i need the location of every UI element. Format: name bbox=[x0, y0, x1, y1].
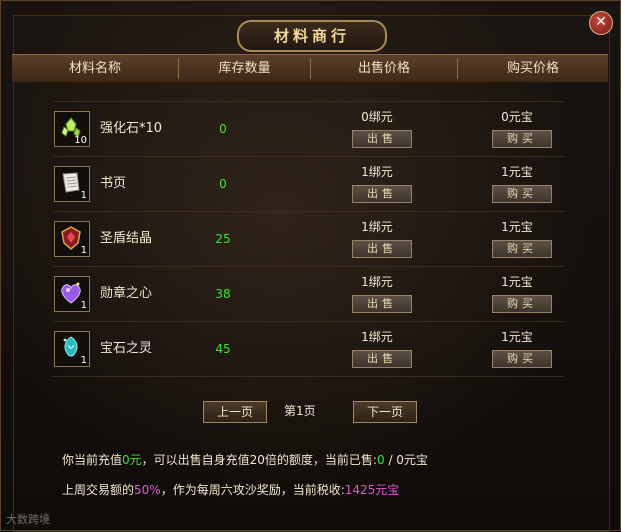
table-row: 10 强化石*10 0 0绑元 0元宝 出售 购买 bbox=[53, 101, 564, 156]
sell-button[interactable]: 出售 bbox=[352, 130, 412, 148]
item-quantity: 10 bbox=[74, 135, 87, 146]
buy-price: 0元宝 bbox=[501, 110, 533, 124]
sell-button[interactable]: 出售 bbox=[352, 240, 412, 258]
stock-count: 38 bbox=[215, 287, 231, 301]
tax-info-text: ，作为每周六攻沙奖励，当前税收: bbox=[160, 483, 345, 497]
item-name: 勋章之心 bbox=[100, 286, 153, 301]
table-row: 1 勋章之心 38 1绑元 1元宝 出售 购买 bbox=[53, 266, 564, 321]
sell-button[interactable]: 出售 bbox=[352, 295, 412, 313]
table-header: 材料名称 库存数量 出售价格 购买价格 bbox=[12, 54, 608, 83]
sell-price: 1绑元 bbox=[361, 165, 393, 179]
close-button[interactable]: ✕ bbox=[589, 11, 613, 35]
prev-page-button[interactable]: 上一页 bbox=[203, 401, 267, 423]
item-name: 强化石*10 bbox=[100, 121, 163, 136]
item-slot[interactable]: 10 bbox=[54, 111, 90, 147]
item-name: 宝石之灵 bbox=[100, 341, 153, 356]
recharge-info: 你当前充值0元，可以出售自身充值20倍的额度，当前已售:0 / 0元宝 bbox=[62, 451, 428, 468]
item-quantity: 1 bbox=[80, 190, 87, 201]
buy-button[interactable]: 购买 bbox=[492, 295, 552, 313]
item-quantity: 1 bbox=[80, 245, 87, 256]
item-quantity: 1 bbox=[80, 355, 87, 366]
item-name: 书页 bbox=[100, 176, 127, 191]
recharge-info-text: ，可以出售自身充值20倍的额度，当前已售: bbox=[141, 453, 377, 467]
item-slot[interactable]: 1 bbox=[54, 221, 90, 257]
sell-price: 1绑元 bbox=[361, 220, 393, 234]
stock-count: 25 bbox=[215, 232, 231, 246]
buy-price: 1元宝 bbox=[501, 275, 533, 289]
tax-percent: 50% bbox=[134, 483, 161, 497]
item-quantity: 1 bbox=[80, 300, 87, 311]
window-title: 材料商行 bbox=[237, 20, 387, 52]
tax-info-text: 上周交易额的 bbox=[62, 483, 135, 497]
column-header-stock: 库存数量 bbox=[218, 61, 271, 76]
buy-price: 1元宝 bbox=[501, 330, 533, 344]
next-page-button[interactable]: 下一页 bbox=[353, 401, 417, 423]
buy-price: 1元宝 bbox=[501, 220, 533, 234]
buy-price: 1元宝 bbox=[501, 165, 533, 179]
tax-amount: 1425元宝 bbox=[344, 483, 400, 497]
table-row: 1 书页 0 1绑元 1元宝 出售 购买 bbox=[53, 156, 564, 211]
stock-count: 45 bbox=[215, 342, 231, 356]
item-slot[interactable]: 1 bbox=[54, 166, 90, 202]
column-header-buy-price: 购买价格 bbox=[506, 61, 559, 76]
sell-price: 1绑元 bbox=[361, 330, 393, 344]
sell-price: 0绑元 bbox=[361, 110, 393, 124]
recharge-amount: 0元 bbox=[122, 453, 142, 467]
buy-button[interactable]: 购买 bbox=[492, 130, 552, 148]
recharge-info-text: 你当前充值 bbox=[62, 453, 123, 467]
table-row: 1 圣盾结晶 25 1绑元 1元宝 出售 购买 bbox=[53, 211, 564, 266]
sell-button[interactable]: 出售 bbox=[352, 350, 412, 368]
item-slot[interactable]: 1 bbox=[54, 276, 90, 312]
column-header-sell-price: 出售价格 bbox=[357, 61, 410, 76]
buy-button[interactable]: 购买 bbox=[492, 240, 552, 258]
stock-count: 0 bbox=[219, 122, 227, 136]
buy-button[interactable]: 购买 bbox=[492, 185, 552, 203]
item-name: 圣盾结晶 bbox=[100, 231, 153, 246]
sell-price: 1绑元 bbox=[361, 275, 393, 289]
page-indicator: 第1页 bbox=[284, 404, 316, 418]
column-header-name: 材料名称 bbox=[68, 61, 121, 76]
sold-amount: 0 bbox=[376, 453, 385, 467]
sell-button[interactable]: 出售 bbox=[352, 185, 412, 203]
stock-count: 0 bbox=[219, 177, 227, 191]
table-row: 1 宝石之灵 45 1绑元 1元宝 出售 购买 bbox=[53, 321, 564, 377]
tax-info: 上周交易额的50%，作为每周六攻沙奖励，当前税收:1425元宝 bbox=[62, 481, 399, 498]
item-slot[interactable]: 1 bbox=[54, 331, 90, 367]
watermark: 大数跨境 bbox=[6, 513, 50, 526]
recharge-info-text: / 0元宝 bbox=[384, 453, 428, 467]
buy-button[interactable]: 购买 bbox=[492, 350, 552, 368]
